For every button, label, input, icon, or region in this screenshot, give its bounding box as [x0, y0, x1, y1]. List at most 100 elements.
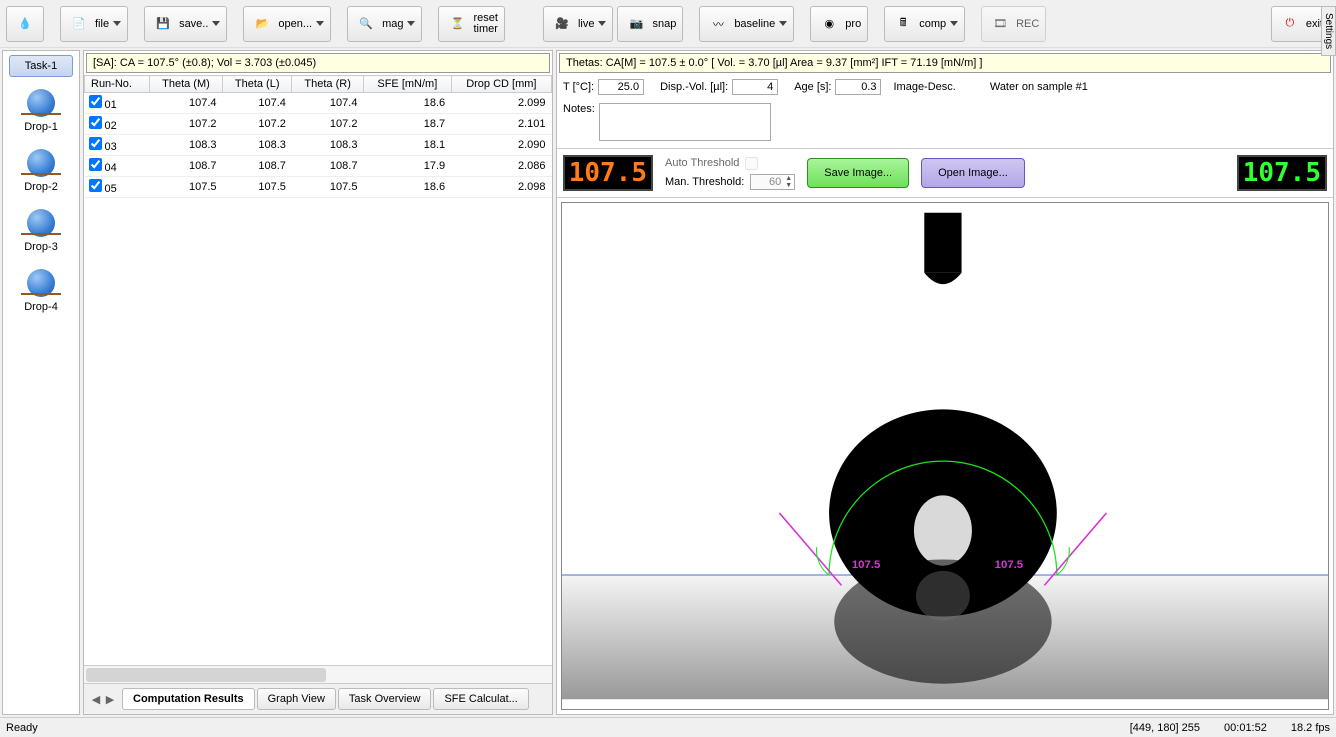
caret-icon	[950, 21, 958, 26]
settings-tab[interactable]: Settings	[1321, 6, 1336, 56]
calculator-icon: 🖩	[891, 12, 915, 36]
film-icon: 🎞	[988, 12, 1012, 36]
lcd-right: 107.5	[1237, 155, 1327, 191]
table-row[interactable]: 01107.4107.4107.418.62.099	[85, 93, 552, 114]
pro-label: pro	[845, 18, 861, 30]
horizontal-scrollbar[interactable]	[84, 665, 552, 683]
snap-button[interactable]: 📷 snap	[617, 6, 683, 42]
auto-threshold-checkbox	[745, 157, 758, 170]
row-checkbox[interactable]	[89, 179, 102, 192]
tab-task-overview[interactable]: Task Overview	[338, 688, 432, 710]
lcd-left: 107.5	[563, 155, 653, 191]
row-checkbox[interactable]	[89, 158, 102, 171]
file-button[interactable]: 📄file	[60, 6, 128, 42]
open-button[interactable]: 📂 open...	[243, 6, 331, 42]
status-coords: [449, 180] 255	[1130, 722, 1200, 734]
drop-image-area[interactable]: 107.5 107.5	[561, 202, 1329, 710]
drop-item-4[interactable]: Drop-4	[9, 265, 73, 313]
mag-button[interactable]: 🔍 mag	[347, 6, 422, 42]
save-icon: 💾	[151, 12, 175, 36]
status-time: 00:01:52	[1224, 722, 1267, 734]
notes-label: Notes:	[563, 103, 595, 115]
left-info-bar: [SA]: CA = 107.5° (±0.8); Vol = 3.703 (±…	[86, 53, 550, 73]
open-label: open...	[278, 18, 312, 30]
spinner-up[interactable]: ▲	[783, 175, 794, 182]
rec-button[interactable]: 🎞 REC	[981, 6, 1046, 42]
hourglass-icon: ⏳	[445, 12, 469, 36]
status-ready: Ready	[6, 722, 38, 734]
mag-label: mag	[382, 18, 403, 30]
auto-threshold-label: Auto Threshold	[665, 157, 739, 169]
pro-button[interactable]: ◉ pro	[810, 6, 868, 42]
drop-label: Drop-1	[24, 121, 58, 133]
img-desc-value: Water on sample #1	[990, 81, 1088, 93]
spinner-down[interactable]: ▼	[783, 182, 794, 189]
reset-timer-button[interactable]: ⏳reset timer	[438, 6, 504, 42]
col-header[interactable]: Theta (L)	[223, 76, 292, 93]
tab-scroll-left[interactable]: ◀	[90, 693, 102, 706]
droplet-icon: 💧	[13, 12, 37, 36]
folder-icon: 📂	[250, 12, 274, 36]
baseline-label: baseline	[734, 18, 775, 30]
age-label: Age [s]:	[794, 81, 831, 93]
task-tab[interactable]: Task-1	[9, 55, 73, 77]
baseline-button[interactable]: 〰 baseline	[699, 6, 794, 42]
col-header[interactable]: Drop CD [mm]	[451, 76, 551, 93]
man-threshold-input	[751, 175, 783, 189]
magnify-icon: 🔍	[354, 12, 378, 36]
caret-icon	[212, 21, 220, 26]
bottom-tab-strip: ◀▶ Computation Results Graph View Task O…	[84, 683, 552, 714]
table-row[interactable]: 04108.7108.7108.717.92.086	[85, 156, 552, 177]
comp-label: comp	[919, 18, 946, 30]
col-header[interactable]: SFE [mN/m]	[363, 76, 451, 93]
live-button[interactable]: 🎥live	[543, 6, 614, 42]
row-checkbox[interactable]	[89, 137, 102, 150]
row-checkbox[interactable]	[89, 116, 102, 129]
baseline-icon: 〰	[706, 12, 730, 36]
man-threshold-label: Man. Threshold:	[665, 176, 744, 188]
status-fps: 18.2 fps	[1291, 722, 1330, 734]
right-info-bar: Thetas: CA[M] = 107.5 ± 0.0° [ Vol. = 3.…	[559, 53, 1331, 73]
tab-sfe-calculate[interactable]: SFE Calculat...	[433, 688, 528, 710]
drop-label: Drop-4	[24, 301, 58, 313]
tab-graph-view[interactable]: Graph View	[257, 688, 336, 710]
table-row[interactable]: 03108.3108.3108.318.12.090	[85, 135, 552, 156]
man-threshold-spinner[interactable]: ▲▼	[750, 174, 795, 190]
table-row[interactable]: 02107.2107.2107.218.72.101	[85, 114, 552, 135]
save-image-button[interactable]: Save Image...	[807, 158, 909, 188]
status-bar: Ready [449, 180] 255 00:01:52 18.2 fps	[0, 717, 1336, 737]
pro-icon: ◉	[817, 12, 841, 36]
notes-textarea[interactable]	[599, 103, 771, 141]
dispvol-label: Disp.-Vol. [µl]:	[660, 81, 728, 93]
col-header[interactable]: Theta (M)	[149, 76, 222, 93]
age-input[interactable]	[835, 79, 881, 95]
col-header[interactable]: Theta (R)	[292, 76, 364, 93]
caret-icon	[407, 21, 415, 26]
reset-timer-label: reset timer	[473, 13, 497, 35]
file-label: file	[95, 18, 109, 30]
drop-label: Drop-3	[24, 241, 58, 253]
tab-scroll-right[interactable]: ▶	[104, 693, 116, 706]
drop-item-3[interactable]: Drop-3	[9, 205, 73, 253]
results-table-wrapper[interactable]: Run-No.Theta (M)Theta (L)Theta (R)SFE [m…	[84, 75, 552, 665]
dispvol-input[interactable]	[732, 79, 778, 95]
camera-icon: 🎥	[550, 12, 574, 36]
temp-input[interactable]	[598, 79, 644, 95]
angle-right-text: 107.5	[995, 559, 1024, 571]
col-header[interactable]: Run-No.	[85, 76, 150, 93]
power-icon: ⏻	[1278, 12, 1302, 36]
snap-label: snap	[652, 18, 676, 30]
row-checkbox[interactable]	[89, 95, 102, 108]
open-image-button[interactable]: Open Image...	[921, 158, 1025, 188]
drop-item-1[interactable]: Drop-1	[9, 85, 73, 133]
app-icon-button[interactable]: 💧	[6, 6, 44, 42]
table-row[interactable]: 05107.5107.5107.518.62.098	[85, 177, 552, 198]
comp-button[interactable]: 🖩 comp	[884, 6, 965, 42]
rec-label: REC	[1016, 18, 1039, 30]
save-button[interactable]: 💾save..	[144, 6, 227, 42]
tab-computation-results[interactable]: Computation Results	[122, 688, 255, 710]
drop-visualization: 107.5 107.5	[562, 203, 1328, 709]
snap-icon: 📷	[624, 12, 648, 36]
right-pane: Thetas: CA[M] = 107.5 ± 0.0° [ Vol. = 3.…	[556, 50, 1334, 715]
drop-item-2[interactable]: Drop-2	[9, 145, 73, 193]
